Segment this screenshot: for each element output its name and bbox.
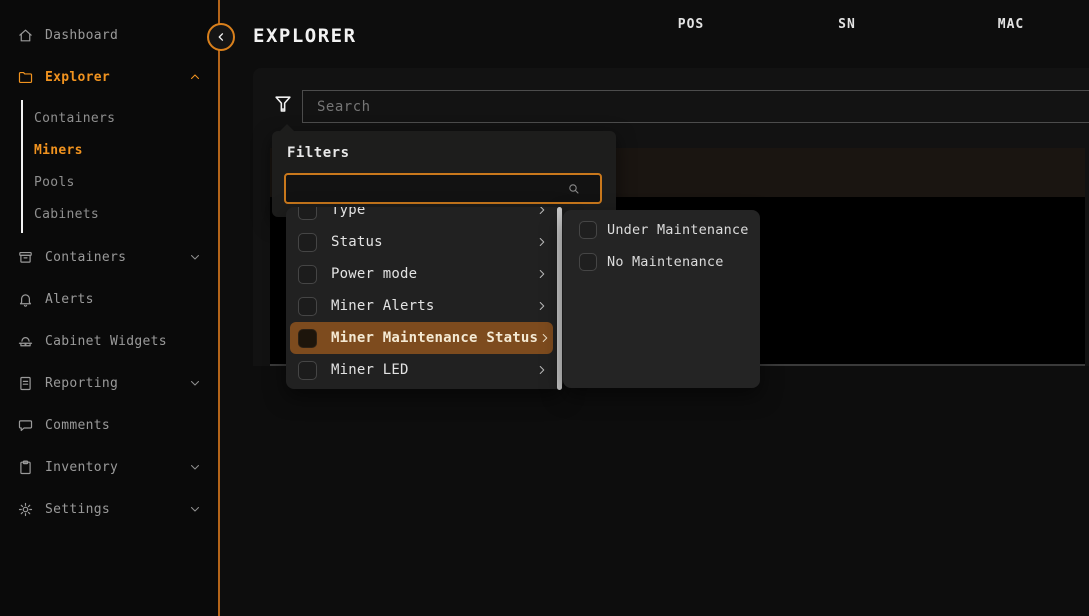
sidebar-item-label: Alerts — [45, 292, 94, 307]
sidebar-item-settings[interactable]: Settings — [0, 496, 220, 522]
checkbox[interactable] — [579, 221, 597, 239]
checkbox[interactable] — [298, 329, 317, 348]
explorer-indent-line — [21, 100, 23, 233]
sidebar-item-containers[interactable]: Containers — [0, 244, 220, 270]
sidebar-item-label: Dashboard — [45, 28, 118, 43]
chevron-down-icon — [188, 502, 202, 516]
filter-option-miner-maintenance-status[interactable]: Miner Maintenance Status — [290, 322, 553, 354]
checkbox[interactable] — [298, 207, 317, 220]
chevron-left-icon — [214, 30, 228, 44]
filter-option-miner-alerts[interactable]: Miner Alerts — [290, 290, 553, 322]
filters-search-input[interactable] — [284, 173, 602, 204]
sidebar-collapse-button[interactable] — [207, 23, 235, 51]
report-icon — [17, 375, 34, 392]
sidebar-subitem-cabinets[interactable]: Cabinets — [34, 202, 99, 226]
checkbox[interactable] — [298, 265, 317, 284]
sidebar-item-comments[interactable]: Comments — [0, 412, 220, 438]
chevron-up-icon — [188, 70, 202, 84]
sidebar-subitem-pools[interactable]: Pools — [34, 170, 75, 194]
sidebar-subitem-label: Miners — [34, 143, 83, 158]
filter-funnel-button[interactable] — [272, 92, 294, 118]
filter-option-label: Miner LED — [331, 362, 409, 378]
bell-icon — [17, 291, 34, 308]
sidebar-subitem-label: Cabinets — [34, 207, 99, 222]
sidebar-item-dashboard[interactable]: Dashboard — [0, 22, 220, 48]
filter-option-status[interactable]: Status — [290, 226, 553, 258]
gear-icon — [17, 501, 34, 518]
chevron-down-icon — [188, 460, 202, 474]
submenu-option-label: Under Maintenance — [607, 222, 749, 238]
filter-option-label: Type — [331, 207, 366, 218]
submenu-option-no-maintenance[interactable]: No Maintenance — [563, 246, 760, 278]
sidebar: Dashboard Explorer Containers Miners Poo… — [0, 0, 220, 616]
cabinet-widget-icon — [17, 333, 34, 350]
filters-option-list: Type Status Power mode — [286, 207, 563, 389]
sidebar-item-label: Settings — [45, 502, 110, 517]
chevron-right-icon — [535, 235, 549, 249]
sidebar-subitem-miners[interactable]: Miners — [34, 138, 83, 162]
chevron-down-icon — [188, 376, 202, 390]
sidebar-item-cabinet-widgets[interactable]: Cabinet Widgets — [0, 328, 220, 354]
column-header-pos[interactable]: POS — [678, 0, 704, 49]
filter-option-label: Miner Alerts — [331, 298, 435, 314]
checkbox[interactable] — [298, 297, 317, 316]
submenu-option-under-maintenance[interactable]: Under Maintenance — [563, 214, 760, 246]
filters-list-scrollbar[interactable] — [557, 207, 562, 390]
filter-option-miner-led[interactable]: Miner LED — [290, 354, 553, 386]
column-header-mac[interactable]: MAC — [998, 0, 1024, 49]
filter-option-label: Power mode — [331, 266, 417, 282]
filter-option-label: Miner Maintenance Status — [331, 330, 538, 346]
sidebar-subitem-label: Containers — [34, 111, 115, 126]
checkbox[interactable] — [579, 253, 597, 271]
sidebar-item-label: Inventory — [45, 460, 118, 475]
filters-dropdown: Filters — [272, 131, 616, 217]
sidebar-item-label: Containers — [45, 250, 126, 265]
sidebar-item-reporting[interactable]: Reporting — [0, 370, 220, 396]
submenu-option-label: No Maintenance — [607, 254, 724, 270]
app-screen: Dashboard Explorer Containers Miners Poo… — [0, 0, 1089, 616]
filter-option-power-mode[interactable]: Power mode — [290, 258, 553, 290]
container-icon — [17, 249, 34, 266]
sidebar-item-inventory[interactable]: Inventory — [0, 454, 220, 480]
home-icon — [17, 27, 34, 44]
filter-option-type[interactable]: Type — [290, 207, 553, 226]
folder-icon — [17, 69, 34, 86]
filters-dropdown-caret — [279, 124, 295, 132]
sidebar-item-label: Explorer — [45, 70, 110, 85]
sidebar-subitem-containers[interactable]: Containers — [34, 106, 115, 130]
chevron-down-icon — [188, 250, 202, 264]
clipboard-icon — [17, 459, 34, 476]
comment-icon — [17, 417, 34, 434]
column-header-sn[interactable]: SN — [838, 0, 856, 49]
sidebar-subitem-label: Pools — [34, 175, 75, 190]
chevron-right-icon — [535, 207, 549, 217]
chevron-right-icon — [535, 267, 549, 281]
search-input[interactable] — [302, 90, 1089, 123]
chevron-right-icon — [538, 331, 552, 345]
sidebar-item-label: Cabinet Widgets — [45, 334, 167, 349]
filter-option-label: Status — [331, 234, 383, 250]
sidebar-item-label: Reporting — [45, 376, 118, 391]
sidebar-item-alerts[interactable]: Alerts — [0, 286, 220, 312]
sidebar-item-explorer[interactable]: Explorer — [0, 64, 220, 90]
maintenance-status-submenu: Under Maintenance No Maintenance — [563, 210, 760, 388]
checkbox[interactable] — [298, 361, 317, 380]
chevron-right-icon — [535, 363, 549, 377]
sidebar-item-label: Comments — [45, 418, 110, 433]
page-title: EXPLORER — [253, 25, 357, 47]
filters-title: Filters — [287, 145, 350, 161]
checkbox[interactable] — [298, 233, 317, 252]
chevron-right-icon — [535, 299, 549, 313]
